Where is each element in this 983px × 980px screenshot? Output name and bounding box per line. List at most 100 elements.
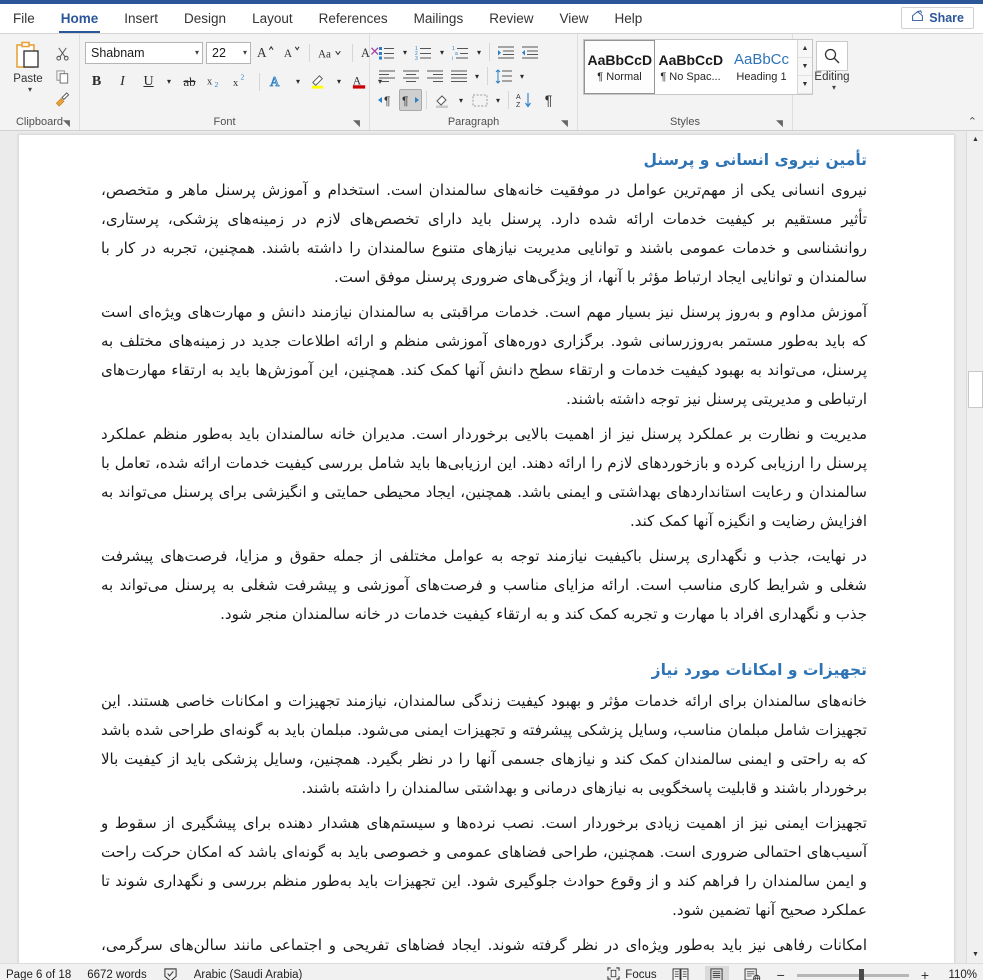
scroll-up-icon[interactable]: ▲ xyxy=(967,131,983,148)
left-to-right-text-icon[interactable]: ¶ xyxy=(375,89,398,111)
print-layout-icon[interactable] xyxy=(704,965,729,980)
align-center-icon[interactable] xyxy=(399,65,422,87)
tab-file[interactable]: File xyxy=(0,7,48,33)
editing-button[interactable]: Editing ▾ xyxy=(798,37,866,92)
web-layout-icon[interactable] xyxy=(741,966,765,980)
svg-text:Z: Z xyxy=(516,102,521,108)
chevron-down-icon[interactable]: ▾ xyxy=(399,41,411,63)
chevron-down-icon[interactable]: ▾ xyxy=(436,41,448,63)
page-content[interactable]: تأمین نیروی انسانی و پرسنل نیروی انسانی … xyxy=(19,135,954,963)
chevron-down-icon[interactable]: ▾ xyxy=(163,71,175,93)
chevron-down-icon[interactable]: ▾ xyxy=(292,71,304,93)
align-right-icon[interactable] xyxy=(423,65,446,87)
tab-view[interactable]: View xyxy=(546,7,601,33)
decrease-indent-icon[interactable] xyxy=(494,41,517,63)
collapse-ribbon-icon[interactable]: ⌃ xyxy=(968,115,977,128)
chevron-down-icon[interactable]: ▾ xyxy=(492,89,504,111)
text-highlight-color-icon[interactable] xyxy=(307,71,330,93)
text-effects-icon[interactable]: A xyxy=(266,71,289,93)
show-formatting-marks-icon[interactable]: ¶ xyxy=(537,89,560,111)
strikethrough-icon[interactable]: ab xyxy=(178,71,201,93)
chevron-down-icon[interactable]: ▾ xyxy=(516,65,528,87)
style-normal[interactable]: AaBbCcDc ¶ Normal xyxy=(584,40,655,94)
word-count[interactable]: 6672 words xyxy=(87,969,146,980)
ribbon-group-font: Shabnam ▾ 22 ▾ A A Aa A B I U ▾ ab x 2 x… xyxy=(80,34,382,130)
copy-button[interactable] xyxy=(51,66,73,86)
sort-icon[interactable]: AZ xyxy=(513,89,536,111)
language-indicator[interactable]: Arabic (Saudi Arabia) xyxy=(194,969,303,980)
zoom-slider[interactable] xyxy=(796,968,909,980)
scrollbar-thumb[interactable] xyxy=(968,371,983,408)
share-button[interactable]: Share xyxy=(901,7,974,29)
subscript-icon[interactable]: x2 xyxy=(204,71,227,93)
dialog-launcher-icon[interactable]: ◥ xyxy=(774,118,785,129)
svg-text:¶: ¶ xyxy=(402,94,408,107)
vertical-scrollbar[interactable]: ▲ ▼ xyxy=(966,131,983,963)
page-indicator[interactable]: Page 6 of 18 xyxy=(6,969,71,980)
chevron-down-icon[interactable]: ▾ xyxy=(455,89,467,111)
style-heading-1[interactable]: AaBbCc Heading 1 xyxy=(726,40,797,94)
paragraph: امکانات رفاهی نیز باید به‌طور ویژه‌ای در… xyxy=(101,935,867,954)
change-case-icon[interactable]: Aa xyxy=(316,42,346,64)
underline-icon[interactable]: U xyxy=(137,71,160,93)
read-mode-icon[interactable] xyxy=(669,966,693,980)
line-spacing-icon[interactable] xyxy=(492,65,515,87)
document-page[interactable]: تأمین نیروی انسانی و پرسنل نیروی انسانی … xyxy=(18,134,955,963)
tab-layout[interactable]: Layout xyxy=(239,7,306,33)
right-to-left-text-icon[interactable]: ¶ xyxy=(399,89,422,111)
align-left-icon[interactable] xyxy=(375,65,398,87)
superscript-icon[interactable]: x2 xyxy=(230,71,253,93)
justify-icon[interactable] xyxy=(447,65,470,87)
ribbon-group-editing-label xyxy=(798,114,866,130)
zoom-slider-thumb[interactable] xyxy=(858,968,864,980)
dialog-launcher-icon[interactable]: ◥ xyxy=(351,118,362,129)
style-preview: AaBbCc xyxy=(733,51,790,68)
font-name-combo[interactable]: Shabnam ▾ xyxy=(85,41,203,64)
zoom-out-button[interactable]: − xyxy=(777,968,785,980)
tab-design[interactable]: Design xyxy=(171,7,239,33)
tab-insert[interactable]: Insert xyxy=(111,7,171,33)
italic-icon[interactable]: I xyxy=(111,71,134,93)
grow-font-icon[interactable]: A xyxy=(254,42,277,64)
chevron-down-icon[interactable]: ▾ xyxy=(24,85,32,94)
chevron-down-icon[interactable]: ▾ xyxy=(471,65,483,87)
paste-icon xyxy=(13,41,43,73)
borders-icon[interactable] xyxy=(468,89,491,111)
ribbon: Paste ▾ Clipboard ◥ Shabnam ▾ 22 ▾ A A A… xyxy=(0,34,983,131)
tab-home[interactable]: Home xyxy=(48,7,112,33)
status-bar: Page 6 of 18 6672 words Arabic (Saudi Ar… xyxy=(0,963,983,980)
chevron-down-icon[interactable]: ▾ xyxy=(828,83,836,92)
font-size-combo[interactable]: 22 ▾ xyxy=(206,41,251,64)
shrink-font-icon[interactable]: A xyxy=(280,42,303,64)
tab-references[interactable]: References xyxy=(306,7,401,33)
scroll-down-icon[interactable]: ▼ xyxy=(967,946,983,963)
chevron-down-icon[interactable]: ▾ xyxy=(473,41,485,63)
dialog-launcher-icon[interactable]: ◥ xyxy=(61,118,72,129)
style-name: ¶ No Spac... xyxy=(660,70,721,83)
proofing-errors-icon[interactable] xyxy=(163,968,178,980)
focus-mode-icon xyxy=(607,967,620,980)
dialog-launcher-icon[interactable]: ◥ xyxy=(559,118,570,129)
paste-button[interactable]: Paste ▾ xyxy=(5,37,51,94)
format-painter-button[interactable] xyxy=(51,89,73,109)
tab-help[interactable]: Help xyxy=(602,7,656,33)
numbering-icon[interactable]: 123 xyxy=(412,41,435,63)
zoom-in-button[interactable]: + xyxy=(921,968,929,980)
zoom-level[interactable]: 110% xyxy=(941,969,977,980)
increase-indent-icon[interactable] xyxy=(518,41,541,63)
focus-mode-button[interactable]: Focus xyxy=(607,967,657,980)
cut-button[interactable] xyxy=(51,43,73,63)
tab-mailings[interactable]: Mailings xyxy=(401,7,477,33)
bullets-icon[interactable] xyxy=(375,41,398,63)
tab-review[interactable]: Review xyxy=(476,7,546,33)
ribbon-group-editing: Editing ▾ xyxy=(793,34,871,130)
ribbon-group-styles-label: Styles ◥ xyxy=(583,114,787,130)
font-color-icon[interactable]: A xyxy=(348,71,371,93)
section-heading: تجهیزات و امکانات مورد نیاز xyxy=(651,661,867,680)
multilevel-list-icon[interactable]: 1ai xyxy=(449,41,472,63)
style-no-spacing[interactable]: AaBbCcDc ¶ No Spac... xyxy=(655,40,726,94)
style-name: ¶ Normal xyxy=(597,70,642,83)
shading-icon[interactable] xyxy=(431,89,454,111)
chevron-down-icon[interactable]: ▾ xyxy=(333,71,345,93)
bold-icon[interactable]: B xyxy=(85,71,108,93)
